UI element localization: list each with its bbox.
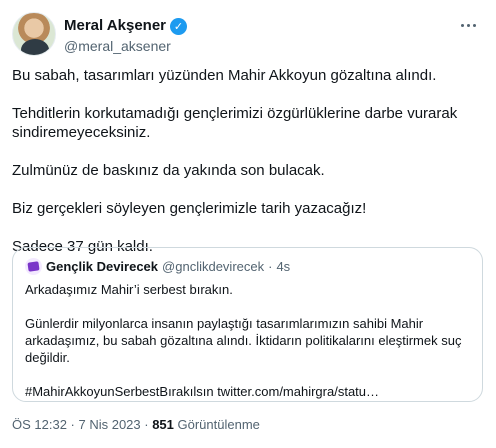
tweet-paragraph: Biz gerçekleri söyleyen gençlerimizle ta… [12, 200, 367, 217]
views-label: Görüntülenme [173, 417, 260, 432]
tweet-text: Bu sabah, tasarımları yüzünden Mahir Akk… [12, 66, 482, 275]
verified-badge-icon: ✓ [170, 17, 187, 35]
more-options-icon[interactable] [456, 16, 480, 34]
quoted-author-name: Gençlik Devirecek [46, 258, 159, 274]
author-display-name[interactable]: Meral Akşener [64, 17, 166, 35]
tweet-header: Meral Akşener ✓ @meral_aksener [12, 12, 484, 60]
quoted-tweet-card[interactable]: Gençlik Devirecek @gnclikdevirecek · 4s … [12, 247, 483, 402]
quoted-separator: · [268, 258, 273, 274]
quoted-tweet-header: Gençlik Devirecek @gnclikdevirecek · 4s [25, 258, 470, 275]
tweet-timestamp[interactable]: ÖS 12:32 · 7 Nis 2023 · [12, 417, 152, 432]
quoted-paragraph: Günlerdir milyonlarca insanın paylaştığı… [25, 316, 462, 365]
tweet-paragraph: Zulmünüz de baskınız da yakında son bula… [12, 162, 325, 179]
tweet-meta: ÖS 12:32 · 7 Nis 2023 · 851 Görüntülenme [12, 417, 260, 432]
tweet-paragraph: Bu sabah, tasarımları yüzünden Mahir Akk… [12, 67, 437, 84]
author-handle[interactable]: @meral_aksener [64, 38, 171, 54]
tweet-paragraph: Tehditlerin korkutamadığı gençlerimizi ö… [12, 105, 458, 141]
quoted-tweet-text: Arkadaşımız Mahir’i serbest bırakın. Gün… [25, 281, 470, 400]
quoted-author-handle: @gnclikdevirecek [162, 258, 265, 274]
quoted-paragraph: Arkadaşımız Mahir’i serbest bırakın. [25, 282, 233, 297]
quoted-author-avatar [25, 258, 42, 275]
quoted-time: 4s [276, 258, 291, 274]
views-count: 851 [152, 417, 174, 432]
quoted-paragraph: #MahirAkkoyunSerbestBırakılsın twitter.c… [25, 384, 380, 399]
author-avatar[interactable] [12, 12, 56, 56]
author-name-row: Meral Akşener ✓ [64, 17, 187, 35]
